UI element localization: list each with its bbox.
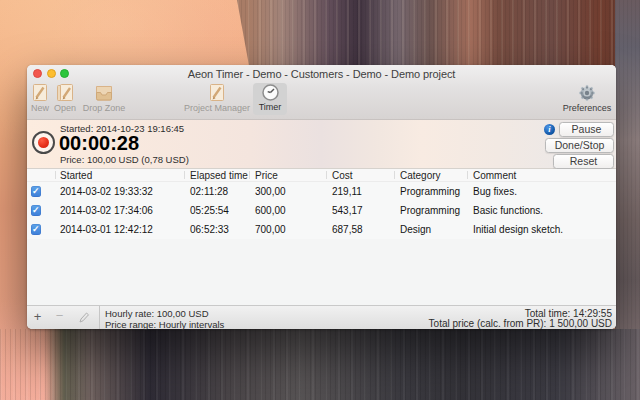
timer-elapsed-display: 00:00:28 bbox=[59, 133, 139, 153]
toolbar-item-new[interactable]: New bbox=[28, 83, 52, 115]
cell-price: 700,00 bbox=[255, 220, 286, 239]
toolbar-label-timer: Timer bbox=[259, 102, 282, 112]
table-row[interactable]: ✓ 2014-03-02 19:33:32 02:11:28 300,00 219,11… bbox=[27, 182, 616, 201]
header-separator bbox=[55, 171, 56, 179]
timer-price-label: Price: 100,00 USD (0,78 USD) bbox=[60, 155, 189, 165]
header-separator bbox=[326, 171, 327, 179]
header-separator bbox=[394, 171, 395, 179]
cell-comment: Basic functions. bbox=[473, 201, 543, 220]
price-range-label: Price range: Hourly intervals bbox=[105, 320, 224, 330]
row-checkbox[interactable]: ✓ bbox=[31, 186, 42, 197]
edit-pencil-icon[interactable] bbox=[78, 311, 90, 324]
cell-started: 2014-03-02 19:33:32 bbox=[60, 182, 153, 201]
toolbar-item-open[interactable]: Open bbox=[53, 83, 77, 115]
toolbar-item-preferences[interactable]: Preferences bbox=[559, 83, 615, 115]
table-body: ✓ 2014-03-02 19:33:32 02:11:28 300,00 219,11… bbox=[27, 182, 616, 305]
info-icon[interactable]: i bbox=[544, 124, 555, 135]
cell-category: Programming bbox=[400, 182, 460, 201]
cell-category: Programming bbox=[400, 201, 460, 220]
total-time-label: Total time: 14:29:55 bbox=[525, 309, 612, 319]
column-header-cost[interactable]: Cost bbox=[332, 170, 353, 181]
cell-category: Design bbox=[400, 220, 431, 239]
column-header-category[interactable]: Category bbox=[400, 170, 441, 181]
row-checkbox[interactable]: ✓ bbox=[31, 224, 42, 235]
close-button[interactable] bbox=[33, 69, 42, 78]
toolbar-item-drop-zone[interactable]: Drop Zone bbox=[81, 83, 127, 115]
drop-zone-tray-icon bbox=[94, 83, 114, 103]
hourly-rate-label: Hourly rate: 100,00 USD bbox=[105, 309, 209, 319]
toolbar-label-drop-zone: Drop Zone bbox=[83, 103, 126, 113]
cliff-bottom bbox=[0, 329, 640, 400]
column-header-elapsed[interactable]: Elapsed time bbox=[190, 170, 248, 181]
cell-cost: 219,11 bbox=[332, 182, 362, 201]
open-document-icon bbox=[56, 83, 74, 103]
cell-comment: Initial design sketch. bbox=[473, 220, 563, 239]
toolbar-label-new: New bbox=[31, 103, 49, 113]
cell-cost: 687,58 bbox=[332, 220, 363, 239]
toolbar-item-timer[interactable]: Timer bbox=[253, 83, 287, 115]
cell-started: 2014-03-02 17:34:06 bbox=[60, 201, 153, 220]
toolbar-label-preferences: Preferences bbox=[563, 103, 612, 113]
row-checkbox[interactable]: ✓ bbox=[31, 205, 42, 216]
cell-started: 2014-03-01 12:42:12 bbox=[60, 220, 153, 239]
preferences-gear-icon bbox=[577, 83, 597, 103]
table-row[interactable]: ✓ 2014-03-02 17:34:06 05:25:54 600,00 543,17… bbox=[27, 201, 616, 220]
timer-panel: Started: 2014-10-23 19:16:45 00:00:28 Pr… bbox=[27, 120, 616, 169]
add-button[interactable]: + bbox=[31, 306, 44, 327]
status-bar: + − Hourly rate: 100,00 USD Price range:… bbox=[27, 305, 616, 329]
cell-price: 300,00 bbox=[255, 182, 286, 201]
pause-button[interactable]: Pause bbox=[559, 122, 614, 137]
app-window: Aeon Timer - Demo - Customers - Demo - D… bbox=[27, 65, 616, 329]
window-header: Aeon Timer - Demo - Customers - Demo - D… bbox=[27, 65, 616, 120]
toolbar-label-open: Open bbox=[54, 103, 76, 113]
cell-comment: Bug fixes. bbox=[473, 182, 517, 201]
cell-elapsed: 02:11:28 bbox=[190, 182, 228, 201]
done-stop-button[interactable]: Done/Stop bbox=[545, 138, 614, 153]
header-separator bbox=[184, 171, 185, 179]
cell-elapsed: 05:25:54 bbox=[190, 201, 229, 220]
minimize-button[interactable] bbox=[47, 69, 56, 78]
record-button-icon[interactable] bbox=[32, 131, 55, 154]
zoom-button[interactable] bbox=[60, 69, 69, 78]
reset-button[interactable]: Reset bbox=[553, 154, 614, 169]
toolbar-label-project-manager: Project Manager bbox=[184, 103, 250, 113]
status-separator bbox=[99, 306, 100, 329]
table-row[interactable]: ✓ 2014-03-01 12:42:12 06:52:33 700,00 687,58… bbox=[27, 220, 616, 239]
total-price-label: Total price (calc. from PR): 1 500,00 US… bbox=[429, 319, 612, 329]
new-document-icon bbox=[31, 83, 49, 103]
column-header-comment[interactable]: Comment bbox=[473, 170, 516, 181]
cell-elapsed: 06:52:33 bbox=[190, 220, 229, 239]
header-separator bbox=[467, 171, 468, 179]
column-header-price[interactable]: Price bbox=[255, 170, 278, 181]
window-title: Aeon Timer - Demo - Customers - Demo - D… bbox=[97, 67, 546, 81]
timer-clock-icon bbox=[261, 83, 280, 102]
project-manager-icon bbox=[208, 83, 226, 103]
remove-button[interactable]: − bbox=[53, 306, 66, 326]
column-header-started[interactable]: Started bbox=[60, 170, 92, 181]
cell-price: 600,00 bbox=[255, 201, 286, 220]
header-separator bbox=[249, 171, 250, 179]
cliff-top bbox=[237, 0, 640, 66]
table-header: Started Elapsed time Price Cost Category Comm… bbox=[27, 169, 616, 182]
toolbar-item-project-manager[interactable]: Project Manager bbox=[178, 83, 256, 115]
cell-cost: 543,17 bbox=[332, 201, 363, 220]
